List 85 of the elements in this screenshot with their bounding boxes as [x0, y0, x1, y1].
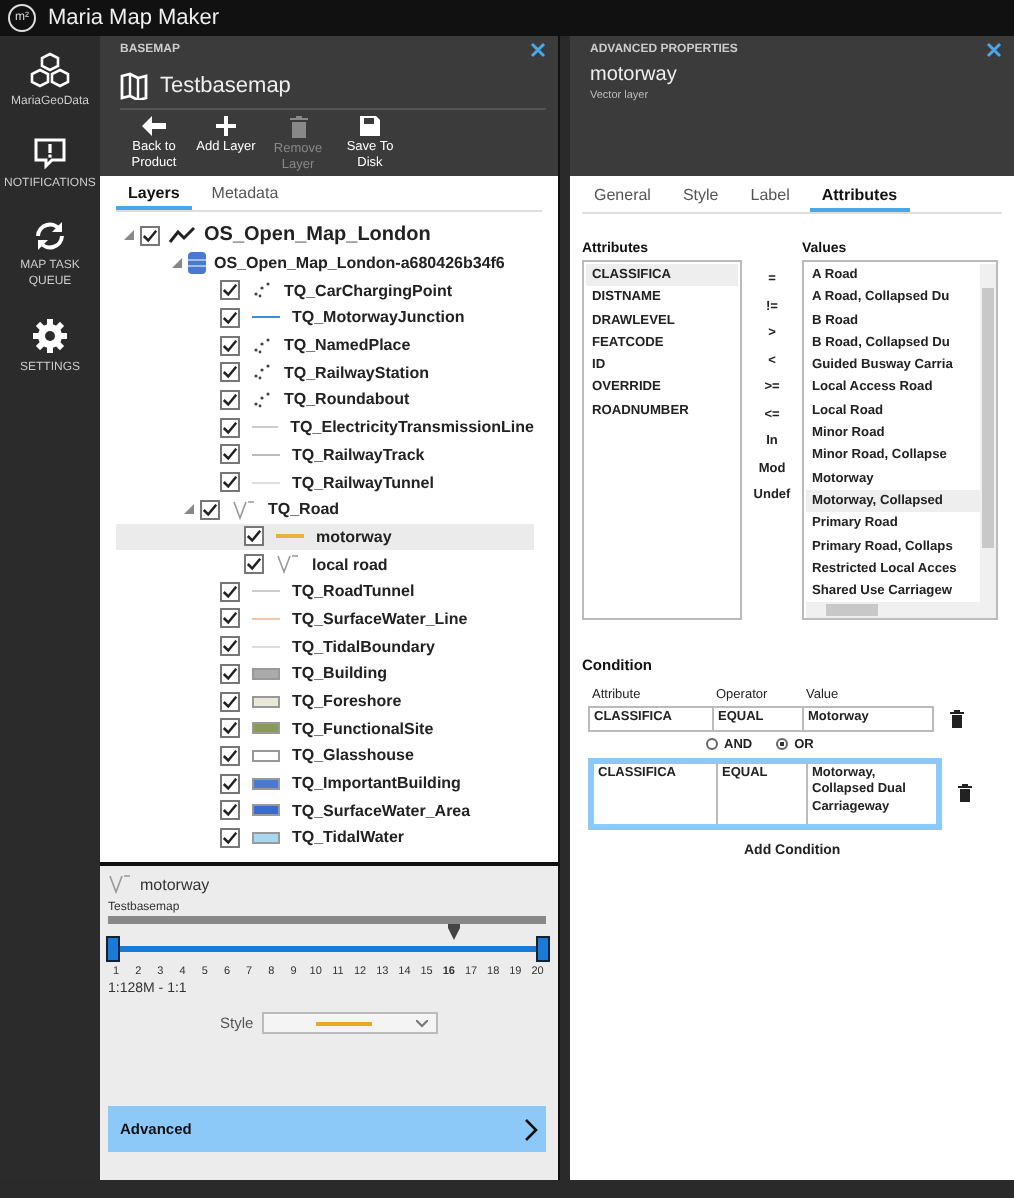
checkbox[interactable] — [220, 718, 240, 739]
checkbox[interactable] — [220, 663, 240, 684]
layer-name[interactable]: OS_Open_Map_London-a680426b34f6 — [214, 254, 505, 273]
checkbox[interactable] — [220, 827, 240, 848]
layer-name[interactable]: TQ_RoadTunnel — [292, 582, 415, 601]
trash-icon — [289, 116, 307, 138]
gear-icon[interactable] — [32, 318, 68, 354]
points-icon — [252, 337, 272, 354]
checkbox[interactable] — [220, 362, 240, 383]
caret-icon — [415, 1019, 428, 1027]
checkbox[interactable] — [220, 636, 240, 657]
layer-name[interactable]: TQ_MotorwayJunction — [292, 308, 465, 327]
layer-name[interactable]: motorway — [316, 527, 392, 546]
road-symbol-icon — [232, 499, 256, 520]
points-icon — [252, 391, 272, 408]
layer-name[interactable]: TQ_SurfaceWater_Area — [292, 801, 471, 820]
slider-handle[interactable] — [536, 936, 550, 962]
road-symbol-icon — [108, 874, 132, 894]
plus-icon — [216, 116, 236, 136]
chevron-right-icon — [524, 1117, 538, 1141]
checkbox[interactable] — [220, 335, 240, 356]
trash-icon[interactable] — [950, 709, 964, 728]
layer-name[interactable]: TQ_ImportantBuilding — [292, 774, 461, 793]
refresh-icon[interactable] — [32, 220, 68, 252]
line-chart-icon — [168, 226, 196, 245]
tab[interactable]: Style — [670, 184, 731, 212]
checkbox[interactable] — [220, 581, 240, 602]
notification-icon[interactable] — [34, 138, 66, 170]
checkbox[interactable] — [220, 280, 240, 301]
road-symbol-icon — [276, 554, 300, 575]
tab[interactable]: Layers — [116, 182, 192, 210]
checkbox[interactable] — [140, 225, 160, 246]
layer-name[interactable]: TQ_Foreshore — [292, 692, 402, 711]
tab[interactable]: Metadata — [199, 182, 291, 210]
slider-handle[interactable] — [106, 936, 120, 962]
layer-title: motorway — [590, 64, 679, 86]
horizontal-scrollbar[interactable] — [806, 602, 996, 618]
checkbox[interactable] — [220, 444, 240, 465]
checkbox[interactable] — [200, 499, 220, 520]
layer-name[interactable]: TQ_NamedPlace — [284, 336, 411, 355]
layer-name[interactable]: TQ_Building — [292, 664, 388, 683]
layer-name[interactable]: TQ_CarChargingPoint — [284, 281, 453, 300]
close-icon[interactable] — [530, 42, 546, 58]
layer-name[interactable]: TQ_FunctionalSite — [292, 719, 434, 738]
checkbox[interactable] — [220, 773, 240, 794]
selected-row-highlight[interactable]: motorway — [116, 523, 534, 551]
layer-name[interactable]: TQ_Glasshouse — [292, 746, 414, 765]
basemap-title: Testbasemap — [160, 74, 291, 98]
tab[interactable]: Label — [738, 184, 802, 212]
database-icon — [188, 252, 206, 275]
points-icon — [252, 282, 272, 299]
checkbox[interactable] — [220, 691, 240, 712]
vertical-scrollbar[interactable] — [980, 264, 996, 602]
layer-name[interactable]: TQ_RailwayTunnel — [292, 473, 434, 492]
window-title: Maria Map Maker — [48, 6, 220, 30]
layer-name[interactable]: local road — [312, 555, 388, 574]
points-icon — [252, 364, 272, 381]
layer-name[interactable]: TQ_RailwayTrack — [292, 445, 425, 464]
checkbox[interactable] — [244, 526, 264, 547]
tab[interactable]: General — [582, 184, 663, 212]
layer-name[interactable]: TQ_ElectricityTransmissionLine — [290, 418, 534, 437]
layer-name[interactable]: TQ_SurfaceWater_Line — [292, 609, 468, 628]
expander-icon[interactable] — [172, 258, 188, 269]
checkbox[interactable] — [220, 608, 240, 629]
layer-name[interactable]: TQ_RailwayStation — [284, 363, 429, 382]
checkbox[interactable] — [220, 417, 240, 438]
layer-name[interactable]: OS_Open_Map_London — [204, 224, 431, 247]
trash-icon[interactable] — [958, 784, 972, 802]
tab[interactable]: Attributes — [809, 184, 910, 212]
checkbox[interactable] — [244, 554, 264, 575]
checkbox[interactable] — [220, 472, 240, 493]
layer-name[interactable]: TQ_Roundabout — [284, 390, 410, 409]
map-icon — [120, 72, 148, 100]
scale-range-slider[interactable] — [108, 924, 546, 964]
arrow-left-icon — [142, 116, 166, 136]
cubes-icon[interactable] — [30, 52, 70, 88]
checkbox[interactable] — [220, 307, 240, 328]
checkbox[interactable] — [220, 745, 240, 766]
close-icon[interactable] — [986, 42, 1002, 58]
layer-name[interactable]: TQ_Road — [268, 500, 340, 519]
layer-name[interactable]: TQ_TidalBoundary — [292, 637, 435, 656]
checkbox[interactable] — [220, 389, 240, 410]
layer-name: motorway — [140, 875, 210, 893]
checkbox[interactable] — [220, 800, 240, 821]
layer-name[interactable]: TQ_TidalWater — [292, 828, 405, 847]
